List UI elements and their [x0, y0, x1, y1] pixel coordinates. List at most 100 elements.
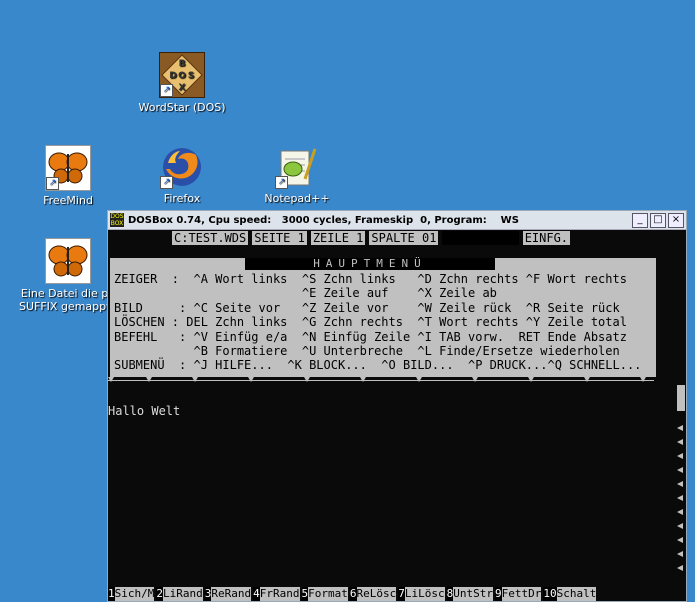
menu-row: BEFEHL : ^V Einfüg e/a ^N Einfüg Zeile ^… — [114, 329, 627, 344]
fkey-label: ReLösc — [356, 587, 397, 601]
desktop-icon-freemind[interactable]: ↗ FreeMind — [18, 145, 118, 207]
desktop-icon-label: FreeMind — [43, 194, 93, 207]
ruler-tick — [304, 377, 310, 382]
fkey-label: UntStr — [453, 587, 493, 601]
butterfly-icon — [48, 245, 88, 277]
logo-letter-d: D — [169, 71, 176, 81]
margin-arrow-icon — [677, 495, 683, 501]
main-menu-panel: HAUPTMENÜ ZEIGER : ^A Wort links ^S Zchn… — [110, 258, 656, 377]
margin-arrow-icon — [677, 551, 683, 557]
fkey-number: 5 — [301, 587, 309, 601]
fkey-label: Format — [308, 587, 348, 601]
dos-terminal[interactable]: C:TEST.WDS SEITE 1 ZEILE 1 SPALTE 01 EIN… — [108, 230, 685, 601]
shortcut-arrow-icon: ↗ — [46, 177, 59, 190]
desktop-icon-label-line1: Eine Datei die pe — [20, 287, 116, 300]
function-key-5[interactable]: 5 Format — [301, 587, 348, 601]
ruler-tick — [248, 377, 254, 382]
margin-arrow-icon — [677, 481, 683, 487]
menu-row: ^E Zeile auf ^X Zeile ab — [114, 286, 497, 301]
dosbox-title-icon[interactable]: DOS BOX — [110, 213, 124, 227]
fkey-label: FettDr — [501, 587, 542, 601]
status-file: C:TEST.WDS — [172, 231, 249, 245]
fkey-number: 7 — [398, 587, 405, 601]
desktop-icon-label: WordStar (DOS) — [138, 101, 226, 114]
fkey-label: ReRand — [211, 587, 252, 601]
ruler-tick — [640, 377, 646, 382]
function-key-1[interactable]: 1 Sich/M — [108, 587, 155, 601]
fkey-label: LiLösc — [404, 587, 445, 601]
desktop-icon-notepadpp[interactable]: ↗ Notepad++ — [247, 145, 347, 205]
function-key-2[interactable]: 2 LiRand — [156, 587, 203, 601]
logo-letter-x: X — [179, 83, 186, 93]
fkey-number: 10 — [543, 587, 557, 601]
desktop-icon-label-line2: SUFFIX gemappt i — [18, 300, 117, 313]
shortcut-arrow-icon: ↗ — [160, 84, 173, 97]
firefox-app-icon: ↗ — [160, 145, 204, 189]
margin-arrow-icon — [677, 453, 683, 459]
margin-arrow-icon — [677, 439, 683, 445]
status-gap — [442, 231, 519, 245]
dosbox-app-icon: B D O S X ↗ — [159, 52, 205, 98]
window-titlebar[interactable]: DOS BOX DOSBox 0.74, Cpu speed: 3000 cyc… — [108, 211, 686, 230]
ruler-tick — [472, 377, 478, 382]
status-page: SEITE 1 — [252, 231, 307, 245]
window-title: DOSBox 0.74, Cpu speed: 3000 cycles, Fra… — [128, 214, 519, 226]
close-button[interactable]: × — [668, 212, 684, 228]
ruler-tick — [528, 377, 534, 382]
desktop-icon-wordstar[interactable]: B D O S X ↗ WordStar (DOS) — [132, 52, 232, 114]
logo-letter-o: O — [178, 71, 186, 81]
ruler-tick — [146, 377, 152, 382]
menu-title: HAUPTMENÜ — [245, 258, 495, 270]
right-margin-markers — [677, 385, 685, 585]
function-key-7[interactable]: 7 LiLösc — [398, 587, 445, 601]
fkey-number: 3 — [204, 587, 212, 601]
ruler-tick — [584, 377, 590, 382]
margin-arrow-icon — [677, 565, 683, 571]
fkey-number: 9 — [495, 587, 502, 601]
menu-row: ZEIGER : ^A Wort links ^S Zchn links ^D … — [114, 272, 627, 286]
fkey-label: Schalt — [556, 587, 597, 601]
fkey-number: 8 — [446, 587, 454, 601]
fkey-label: LiRand — [163, 587, 203, 601]
ruler-tick — [360, 377, 366, 382]
minimize-button[interactable]: _ — [632, 212, 648, 228]
function-key-8[interactable]: 8 UntStr — [446, 587, 493, 601]
fkey-number: 2 — [156, 587, 163, 601]
logo-letter-s: S — [188, 71, 194, 81]
scroll-thumb[interactable] — [677, 385, 685, 411]
menu-row: LÖSCHEN : DEL Zchn links ^G Zchn rechts … — [114, 315, 627, 330]
menu-row: SUBMENÜ : ^J HILFE... ^K BLOCK... ^O BIL… — [114, 358, 642, 373]
function-key-bar: 1 Sich/M 2 LiRand 3 ReRand 4 FrRand 5 Format … — [108, 587, 686, 601]
function-key-10[interactable]: 10 Schalt — [543, 587, 597, 601]
ruler-tick — [192, 377, 198, 382]
menu-row: ^B Formatiere ^U Unterbreche ^L Finde/Er… — [114, 344, 620, 359]
fkey-label: Sich/M — [114, 587, 155, 601]
desktop-icon-unknown-file[interactable]: Eine Datei die pe SUFFIX gemappt i — [18, 238, 118, 313]
function-key-3[interactable]: 3 ReRand — [204, 587, 252, 601]
notepadpp-app-icon: ↗ — [275, 145, 319, 189]
fkey-number: 6 — [349, 587, 357, 601]
margin-arrow-icon — [677, 509, 683, 515]
ruler-tick — [108, 377, 114, 382]
shortcut-arrow-icon: ↗ — [160, 176, 173, 189]
function-key-4[interactable]: 4 FrRand — [253, 587, 300, 601]
margin-arrow-icon — [677, 537, 683, 543]
ruler-tick — [416, 377, 422, 382]
function-key-6[interactable]: 6 ReLösc — [349, 587, 397, 601]
freemind-app-icon: ↗ — [45, 145, 91, 191]
status-line: C:TEST.WDS SEITE 1 ZEILE 1 SPALTE 01 EIN… — [172, 231, 574, 245]
maximize-button[interactable]: □ — [650, 212, 666, 228]
shortcut-arrow-icon: ↗ — [275, 176, 288, 189]
fkey-number: 4 — [253, 587, 260, 601]
function-key-9[interactable]: 9 FettDr — [495, 587, 542, 601]
desktop-icon-label: Firefox — [163, 192, 201, 205]
dosbox-window[interactable]: DOS BOX DOSBox 0.74, Cpu speed: 3000 cyc… — [107, 210, 687, 602]
document-text[interactable]: Hallo Welt — [108, 404, 180, 418]
margin-arrow-icon — [677, 425, 683, 431]
fkey-label: FrRand — [259, 587, 300, 601]
logo-letter-b: B — [179, 59, 186, 69]
desktop-icon-firefox[interactable]: ↗ Firefox — [132, 145, 232, 205]
desktop-icon-label: Notepad++ — [264, 192, 330, 205]
fkey-number: 1 — [108, 587, 115, 601]
unknown-file-icon — [45, 238, 91, 284]
